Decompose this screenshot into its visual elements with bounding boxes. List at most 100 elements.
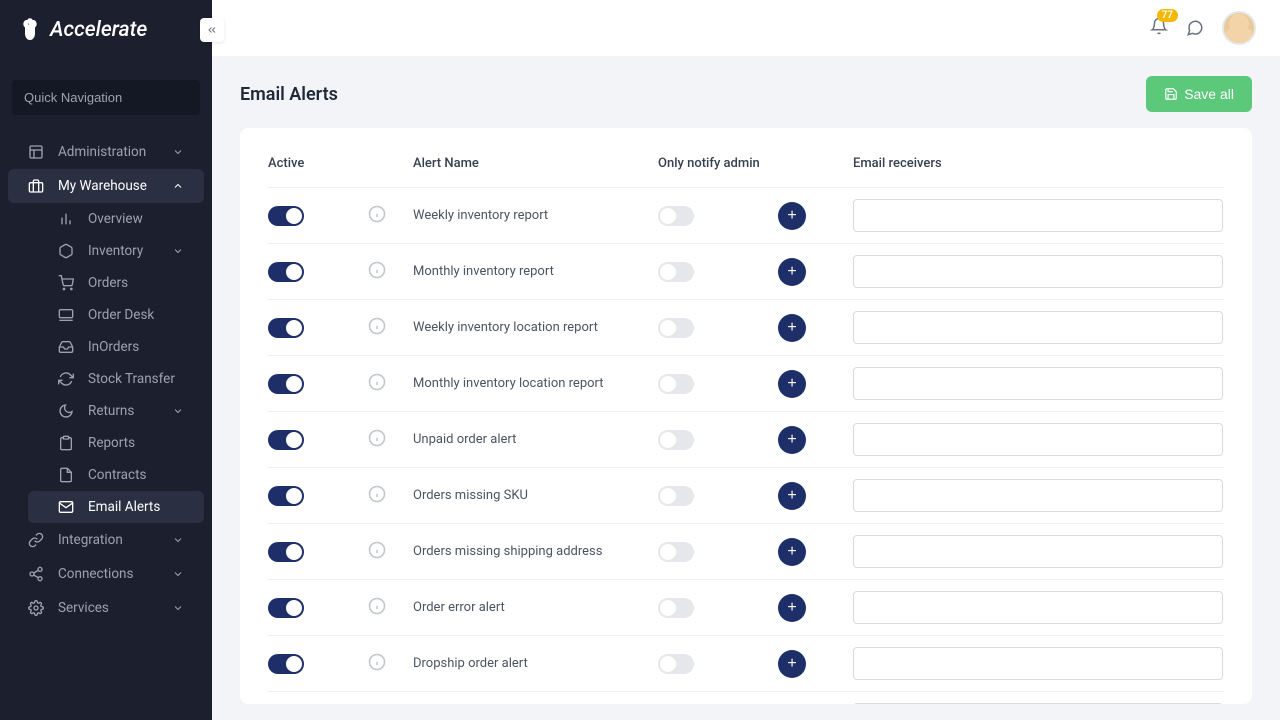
table-row: Orders missing SKU + (268, 467, 1224, 523)
bar-icon (58, 211, 74, 227)
active-toggle[interactable] (268, 206, 304, 226)
sidebar-item-my-warehouse[interactable]: My Warehouse (8, 169, 204, 203)
box-icon (58, 243, 74, 259)
clipboard-icon (58, 435, 74, 451)
mail-icon (58, 499, 74, 515)
avatar[interactable] (1222, 11, 1256, 45)
nav-label: Reports (88, 435, 135, 451)
add-receiver-button[interactable]: + (778, 538, 806, 566)
admin-toggle[interactable] (658, 654, 694, 674)
sidebar-item-inorders[interactable]: InOrders (28, 331, 204, 363)
add-receiver-button[interactable]: + (778, 650, 806, 678)
nav-label: Order Desk (88, 307, 154, 323)
sidebar-item-services[interactable]: Services (8, 591, 204, 625)
sidebar-item-overview[interactable]: Overview (28, 203, 204, 235)
info-icon[interactable] (368, 541, 386, 559)
active-toggle[interactable] (268, 262, 304, 282)
sidebar-item-stock-transfer[interactable]: Stock Transfer (28, 363, 204, 395)
admin-toggle[interactable] (658, 206, 694, 226)
nav-label: Services (58, 600, 109, 616)
add-receiver-button[interactable]: + (778, 314, 806, 342)
nav-label: Contracts (88, 467, 146, 483)
nav-label: My Warehouse (58, 178, 147, 194)
nav-label: Inventory (88, 243, 143, 259)
add-receiver-button[interactable]: + (778, 482, 806, 510)
admin-toggle[interactable] (658, 598, 694, 618)
table-row: Orders missing shipping address + (268, 523, 1224, 579)
info-icon[interactable] (368, 205, 386, 223)
sidebar-header: Accelerate (0, 0, 212, 60)
nav-label: Administration (58, 144, 146, 160)
admin-toggle[interactable] (658, 486, 694, 506)
sidebar: Accelerate Quick Navigation Administrati… (0, 0, 212, 720)
nav-label: Returns (88, 403, 134, 419)
chat-icon[interactable] (1186, 19, 1204, 37)
active-toggle[interactable] (268, 374, 304, 394)
alert-name: Order error alert (413, 600, 658, 615)
nav-label: Stock Transfer (88, 371, 175, 387)
admin-toggle[interactable] (658, 374, 694, 394)
layout-icon (28, 144, 44, 160)
gear-icon (28, 600, 44, 616)
alert-name: Weekly inventory report (413, 208, 658, 223)
email-receivers-input[interactable] (853, 367, 1223, 400)
sidebar-item-integration[interactable]: Integration (8, 523, 204, 557)
email-receivers-input[interactable] (853, 703, 1223, 704)
add-receiver-button[interactable]: + (778, 370, 806, 398)
refresh-icon (58, 371, 74, 387)
chevron-up-icon (172, 180, 184, 192)
table-row: Monthly inventory location report + (268, 355, 1224, 411)
sidebar-item-reports[interactable]: Reports (28, 427, 204, 459)
col-header-active: Active (268, 156, 413, 171)
info-icon[interactable] (368, 597, 386, 615)
active-toggle[interactable] (268, 430, 304, 450)
add-receiver-button[interactable]: + (778, 258, 806, 286)
sidebar-item-connections[interactable]: Connections (8, 557, 204, 591)
email-receivers-input[interactable] (853, 535, 1223, 568)
sidebar-item-returns[interactable]: Returns (28, 395, 204, 427)
warehouse-submenu: Overview Inventory Orders Order Desk (0, 203, 212, 523)
inbox-icon (58, 339, 74, 355)
sidebar-item-email-alerts[interactable]: Email Alerts (28, 491, 204, 523)
info-icon[interactable] (368, 653, 386, 671)
add-receiver-button[interactable]: + (778, 202, 806, 230)
active-toggle[interactable] (268, 542, 304, 562)
col-header-admin: Only notify admin (658, 156, 853, 171)
add-receiver-button[interactable]: + (778, 426, 806, 454)
admin-toggle[interactable] (658, 262, 694, 282)
sidebar-item-orders[interactable]: Orders (28, 267, 204, 299)
email-receivers-input[interactable] (853, 199, 1223, 232)
table-header: Active Alert Name Only notify admin Emai… (268, 148, 1224, 187)
notification-bell[interactable]: 77 (1150, 17, 1168, 39)
info-icon[interactable] (368, 373, 386, 391)
save-all-button[interactable]: Save all (1146, 76, 1252, 112)
info-icon[interactable] (368, 317, 386, 335)
sidebar-item-inventory[interactable]: Inventory (28, 235, 204, 267)
admin-toggle[interactable] (658, 542, 694, 562)
active-toggle[interactable] (268, 318, 304, 338)
email-receivers-input[interactable] (853, 479, 1223, 512)
sidebar-item-order-desk[interactable]: Order Desk (28, 299, 204, 331)
sidebar-item-administration[interactable]: Administration (8, 135, 204, 169)
info-icon[interactable] (368, 429, 386, 447)
info-icon[interactable] (368, 485, 386, 503)
info-icon[interactable] (368, 261, 386, 279)
admin-toggle[interactable] (658, 318, 694, 338)
sidebar-item-contracts[interactable]: Contracts (28, 459, 204, 491)
email-receivers-input[interactable] (853, 647, 1223, 680)
email-receivers-input[interactable] (853, 423, 1223, 456)
email-receivers-input[interactable] (853, 255, 1223, 288)
email-receivers-input[interactable] (853, 311, 1223, 344)
sidebar-collapse-button[interactable] (200, 18, 224, 42)
email-receivers-input[interactable] (853, 591, 1223, 624)
active-toggle[interactable] (268, 598, 304, 618)
quick-navigation-button[interactable]: Quick Navigation (12, 80, 200, 115)
alert-name: Unpaid order alert (413, 432, 658, 447)
col-header-alert-name: Alert Name (413, 156, 658, 171)
share-icon (28, 566, 44, 582)
active-toggle[interactable] (268, 486, 304, 506)
active-toggle[interactable] (268, 654, 304, 674)
add-receiver-button[interactable]: + (778, 594, 806, 622)
alert-name: Dropship order alert (413, 656, 658, 671)
admin-toggle[interactable] (658, 430, 694, 450)
